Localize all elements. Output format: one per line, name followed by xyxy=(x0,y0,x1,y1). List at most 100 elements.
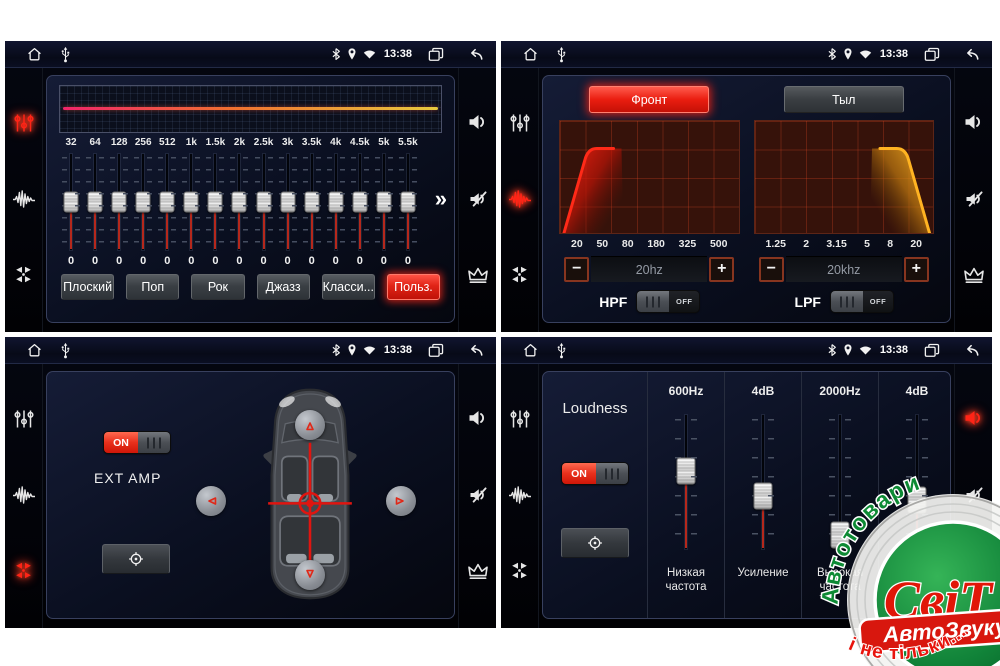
eq-band-slider[interactable] xyxy=(59,152,83,252)
slider-knob[interactable] xyxy=(304,192,319,213)
slider-knob[interactable] xyxy=(352,192,367,213)
eq-band: 3.5k 0 xyxy=(300,137,324,269)
fader-front-button[interactable] xyxy=(295,410,325,440)
slider-knob[interactable] xyxy=(136,192,151,213)
home-icon[interactable] xyxy=(521,341,540,360)
recents-icon[interactable] xyxy=(924,343,940,358)
slider-knob[interactable] xyxy=(232,192,247,213)
eq-preset-button[interactable]: Рок xyxy=(191,274,244,300)
eq-band: 5k 0 xyxy=(372,137,396,269)
lpf-frequency-value[interactable]: 20khz xyxy=(786,256,902,282)
volume-icon[interactable] xyxy=(467,408,489,428)
eq-band-slider[interactable] xyxy=(179,152,203,252)
balance-right-button[interactable] xyxy=(386,486,416,516)
slider-knob[interactable] xyxy=(208,192,223,213)
eq-band-value: 0 xyxy=(68,255,74,269)
front-button[interactable]: Фронт xyxy=(589,86,709,113)
eq-preset-button[interactable]: Класси... xyxy=(322,274,375,300)
equalizer-tab-icon[interactable] xyxy=(13,112,35,134)
eq-band-slider[interactable] xyxy=(300,152,324,252)
balance-tab-icon[interactable] xyxy=(13,264,34,285)
balance-tab-icon[interactable] xyxy=(13,560,34,581)
equalizer-tab-icon[interactable] xyxy=(509,112,531,134)
hpf-minus-button[interactable]: − xyxy=(564,257,589,282)
wifi-icon xyxy=(859,49,872,59)
loudness-toggle[interactable]: ON xyxy=(562,463,628,484)
center-reset-button[interactable] xyxy=(102,544,170,574)
slider-knob[interactable] xyxy=(376,192,391,213)
crossover-tab-icon[interactable] xyxy=(508,485,532,505)
slider-knob[interactable] xyxy=(184,192,199,213)
slider-knob[interactable] xyxy=(280,192,295,213)
slider-knob[interactable] xyxy=(88,192,103,213)
lpf-plus-button[interactable]: + xyxy=(904,257,929,282)
eq-band-slider[interactable] xyxy=(155,152,179,252)
eq-band-slider[interactable] xyxy=(107,152,131,252)
crown-icon[interactable] xyxy=(467,562,489,580)
eq-preset-button[interactable]: Поп xyxy=(126,274,179,300)
slider-knob[interactable] xyxy=(677,457,696,484)
slider-knob[interactable] xyxy=(160,192,175,213)
rear-button[interactable]: Тыл xyxy=(784,86,904,113)
crossover-tab-icon[interactable] xyxy=(12,485,36,505)
screen-crossover: 13:38 Фронт xyxy=(501,41,992,332)
crossover-tab-icon[interactable] xyxy=(12,189,36,209)
crossover-panel: Фронт 2 xyxy=(542,75,951,323)
eq-preset-button[interactable]: Плоский xyxy=(61,274,114,300)
lpf-toggle[interactable]: OFF xyxy=(831,291,893,312)
balance-tab-icon[interactable] xyxy=(509,264,530,285)
eq-preset-label: Поп xyxy=(141,280,164,294)
eq-band-slider[interactable] xyxy=(203,152,227,252)
mute-icon[interactable] xyxy=(467,485,489,505)
lpf-minus-button[interactable]: − xyxy=(759,257,784,282)
equalizer-tab-icon[interactable] xyxy=(13,408,35,430)
crown-icon[interactable] xyxy=(963,266,985,284)
home-icon[interactable] xyxy=(25,341,44,360)
recents-icon[interactable] xyxy=(428,343,444,358)
balance-tab-icon[interactable] xyxy=(509,560,530,581)
slider-knob[interactable] xyxy=(328,192,343,213)
back-icon[interactable] xyxy=(962,47,980,62)
crown-icon[interactable] xyxy=(467,266,489,284)
more-bands-chevron-icon[interactable]: » xyxy=(435,186,445,212)
eq-band-slider[interactable] xyxy=(276,152,300,252)
eq-band-slider[interactable] xyxy=(83,152,107,252)
eq-band-slider[interactable] xyxy=(348,152,372,252)
crossover-tab-icon[interactable] xyxy=(508,189,532,209)
volume-icon[interactable] xyxy=(467,112,489,132)
eq-band-slider[interactable] xyxy=(396,152,420,252)
ext-amp-toggle[interactable]: ON xyxy=(104,432,170,453)
eq-band-slider[interactable] xyxy=(252,152,276,252)
fader-rear-button[interactable] xyxy=(295,560,325,590)
slider-knob[interactable] xyxy=(400,192,415,213)
hpf-frequency-value[interactable]: 20hz xyxy=(591,256,707,282)
back-icon[interactable] xyxy=(466,47,484,62)
eq-band-frequency: 2k xyxy=(234,137,245,152)
recents-icon[interactable] xyxy=(428,47,444,62)
balance-left-button[interactable] xyxy=(196,486,226,516)
eq-band-slider[interactable] xyxy=(227,152,251,252)
equalizer-tab-icon[interactable] xyxy=(509,408,531,430)
slider-knob[interactable] xyxy=(256,192,271,213)
reset-button[interactable] xyxy=(561,528,629,558)
hpf-scale: 205080180325500 xyxy=(559,234,740,250)
recents-icon[interactable] xyxy=(924,47,940,62)
back-icon[interactable] xyxy=(962,343,980,358)
eq-band-slider[interactable] xyxy=(131,152,155,252)
mute-icon[interactable] xyxy=(963,189,985,209)
volume-icon[interactable] xyxy=(963,112,985,132)
back-icon[interactable] xyxy=(466,343,484,358)
eq-band-slider[interactable] xyxy=(324,152,348,252)
eq-preset-button[interactable]: Польз. xyxy=(387,274,440,300)
eq-preset-button[interactable]: Джазз xyxy=(257,274,310,300)
home-icon[interactable] xyxy=(25,45,44,64)
home-icon[interactable] xyxy=(521,45,540,64)
eq-band-slider[interactable] xyxy=(372,152,396,252)
mute-icon[interactable] xyxy=(467,189,489,209)
loudness-slider[interactable] xyxy=(648,412,724,552)
hpf-toggle[interactable]: OFF xyxy=(637,291,699,312)
slider-knob[interactable] xyxy=(112,192,127,213)
hpf-plus-button[interactable]: + xyxy=(709,257,734,282)
slider-knob[interactable] xyxy=(754,483,773,510)
slider-knob[interactable] xyxy=(64,192,79,213)
